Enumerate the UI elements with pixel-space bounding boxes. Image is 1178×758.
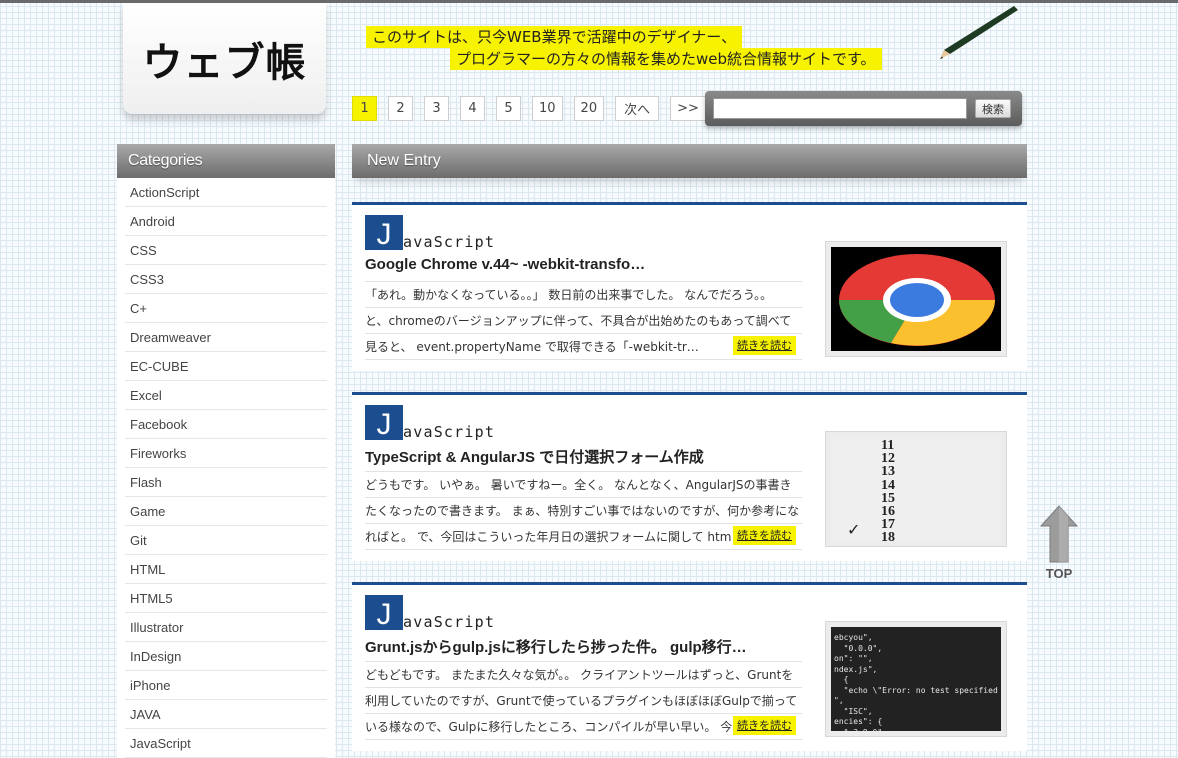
category-item[interactable]: Game [125,497,327,526]
category-item[interactable]: JAVA [125,700,327,729]
site-logo[interactable]: ウェブ帳 [123,3,326,114]
sidebar: Categories ActionScript Android CSS CSS3… [117,144,335,758]
category-item[interactable]: Facebook [125,410,327,439]
category-item[interactable]: JavaScript [125,729,327,758]
number-item: 18 [881,530,895,541]
number-item: 13 [881,464,895,480]
tagline-line-2: プログラマーの方々の情報を集めたweb統合情報サイトです。 [450,48,882,70]
category-item[interactable]: Fireworks [125,439,327,468]
entry-thumbnail[interactable] [825,241,1007,357]
category-list: ActionScript Android CSS CSS3 C+ Dreamwe… [117,178,335,758]
page-link-4[interactable]: 4 [460,96,485,121]
back-to-top-button[interactable]: TOP [1040,504,1078,584]
excerpt-line: どもどもです。 またまた久々な気が。。 クライアントツールはずっと、Gruntを [365,662,802,688]
read-more-link[interactable]: 続きを読む [733,526,796,545]
entry-thumbnail[interactable]: 11 12 13 14 15 16 17 18 ✓ [825,431,1007,547]
category-item[interactable]: iPhone [125,671,327,700]
page-link-2[interactable]: 2 [388,96,413,121]
code-snippet: ebcyou", "0.0.0", on": "", ndex.js", { "… [834,633,998,731]
category-item[interactable]: ActionScript [125,178,327,207]
page-link-20[interactable]: 20 [573,96,605,121]
sidebar-title: Categories [117,144,335,178]
category-item[interactable]: Excel [125,381,327,410]
entry-category[interactable]: J avaScript [365,595,496,631]
entry-card: J avaScript Google Chrome v.44~ -webkit-… [352,202,1027,371]
page-link-10[interactable]: 10 [532,96,563,121]
top-label: TOP [1046,566,1073,581]
search-button[interactable]: 検索 [975,99,1011,118]
category-label: avaScript [403,423,496,441]
tagline-line-1: このサイトは、只今WEB業界で活躍中のデザイナー、 [366,26,743,48]
number-item: 14 [881,477,895,493]
page-link-5[interactable]: 5 [496,96,521,121]
excerpt-line: どうもです。 いやぁ。 暑いですねー。全く。 なんとなく、AngularJSの事… [365,472,802,498]
entry-card: J avaScript TypeScript & AngularJS で日付選択… [352,392,1027,561]
category-label: avaScript [403,613,496,631]
category-item[interactable]: EC-CUBE [125,352,327,381]
category-item[interactable]: InDesign [125,642,327,671]
search-box: 検索 [705,91,1022,126]
chrome-logo-icon [839,254,995,346]
excerpt-line: 利用していたのですが、Gruntで使っているプラグインもほぼほぼGulpで揃って [365,688,802,714]
page-link-3[interactable]: 3 [424,96,449,121]
read-more-link[interactable]: 続きを読む [733,716,796,735]
entry-title[interactable]: Google Chrome v.44~ -webkit-transfo… [365,256,805,273]
search-input[interactable] [713,98,967,119]
entry-title[interactable]: Grunt.jsからgulp.jsに移行したら捗った件。 gulp移行… [365,636,805,657]
category-initial: J [365,595,403,630]
next-page-link[interactable]: 次へ [615,96,660,121]
read-more-link[interactable]: 続きを読む [733,336,796,355]
category-item[interactable]: Android [125,207,327,236]
category-initial: J [365,405,403,440]
logo-text: ウェブ帳 [142,39,307,86]
new-entry-header: New Entry [352,144,1027,178]
pagination: 1 2 3 4 5 10 20 次へ >> [352,96,706,121]
category-item[interactable]: CSS3 [125,265,327,294]
category-label: avaScript [403,233,496,251]
entry-category[interactable]: J avaScript [365,215,496,251]
number-list: 11 12 13 14 15 16 17 18 [881,438,895,541]
checkmark-icon: ✓ [847,520,861,539]
category-item[interactable]: Git [125,526,327,555]
entry-card: J avaScript Grunt.jsからgulp.jsに移行したら捗った件。… [352,582,1027,751]
pencil-icon [940,6,1018,59]
entry-title[interactable]: TypeScript & AngularJS で日付選択フォーム作成 [365,446,805,467]
category-item[interactable]: CSS [125,236,327,265]
category-item[interactable]: Dreamweaver [125,323,327,352]
category-item[interactable]: HTML [125,555,327,584]
page-link-1[interactable]: 1 [352,96,377,121]
category-item[interactable]: HTML5 [125,584,327,613]
last-page-link[interactable]: >> [670,96,706,121]
excerpt-line: 「あれ。動かなくなっている。。」 数日前の出来事でした。 なんでだろう。。 [365,282,802,308]
entry-category[interactable]: J avaScript [365,405,496,441]
excerpt-line: と、chromeのバージョンアップに伴って、不具合が出始めたのもあって調べて [365,308,802,334]
category-item[interactable]: C+ [125,294,327,323]
category-item[interactable]: Flash [125,468,327,497]
category-item[interactable]: Illustrator [125,613,327,642]
category-initial: J [365,215,403,250]
entry-thumbnail[interactable]: ebcyou", "0.0.0", on": "", ndex.js", { "… [825,621,1007,737]
excerpt-line: たくなったので書きます。 まぁ、特別すごい事ではないのですが、何か参考にな [365,498,802,524]
